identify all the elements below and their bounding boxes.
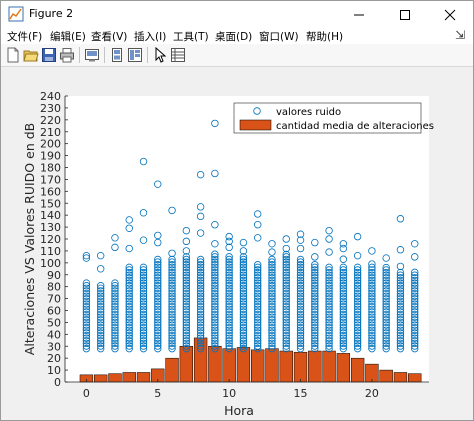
y-tick-label: 10 <box>47 364 61 377</box>
menu-file[interactable]: 文件(F) <box>7 29 42 44</box>
y-tick-label: 80 <box>47 281 61 294</box>
y-tick-label: 140 <box>40 209 61 222</box>
bar-mark <box>136 372 151 383</box>
bar-mark <box>108 373 122 383</box>
minimize-button[interactable] <box>336 1 382 28</box>
matlab-figure-icon <box>8 6 24 22</box>
menu-desktop[interactable]: 桌面(D) <box>215 29 252 44</box>
x-tick-label: 5 <box>154 387 161 400</box>
bar-mark <box>236 347 251 383</box>
minimize-icon <box>354 14 364 15</box>
y-tick-label: 30 <box>47 340 61 353</box>
menu-tools[interactable]: 工具(T) <box>173 29 209 44</box>
edit-plot-arrow-icon[interactable] <box>152 47 168 63</box>
figure-canvas[interactable]: 0 10 20 30 40 50 60 70 80 90 100 110 120 130 140 150 160… <box>1 67 473 420</box>
y-tick-label: 240 <box>40 90 61 103</box>
bar-mark <box>308 350 322 383</box>
bar-mark <box>393 372 408 383</box>
y-tick-label: 60 <box>47 305 61 318</box>
y-tick-label: 160 <box>40 185 61 198</box>
menu-view[interactable]: 查看(V) <box>91 29 127 44</box>
y-tick-label: 110 <box>40 245 61 258</box>
toolbar-separator <box>79 47 80 63</box>
y-tick-label: 220 <box>40 114 61 127</box>
open-file-icon[interactable] <box>23 47 39 63</box>
close-button[interactable] <box>427 1 473 28</box>
menu-help[interactable]: 帮助(H) <box>306 29 343 44</box>
y-tick-label: 190 <box>40 150 61 163</box>
legend: valores ruido cantidad media de alteracio… <box>233 102 434 134</box>
bar-mark <box>265 348 279 383</box>
link-plot-icon[interactable] <box>84 47 100 63</box>
figure-window: Figure 2 文件(F) 编辑(E) 查看(V) 插入(I) 工具(T) 桌… <box>0 0 474 421</box>
bar-mark <box>379 369 393 383</box>
toolbar <box>1 44 473 67</box>
bar-mark <box>293 351 308 383</box>
y-tick-label: 70 <box>47 293 61 306</box>
bar-mark <box>94 374 108 383</box>
y-tick-label: 0 <box>54 376 61 389</box>
maximize-button[interactable] <box>382 1 428 28</box>
show-plot-tools-icon[interactable] <box>127 47 143 63</box>
title-bar[interactable]: Figure 2 <box>1 1 473 28</box>
x-tick-label: 20 <box>365 387 379 400</box>
y-tick-label: 180 <box>40 162 61 175</box>
y-tick-label: 170 <box>40 173 61 186</box>
bar-mark <box>279 350 293 383</box>
y-axis-label: Alteraciones VS Valores RUIDO en dB <box>22 123 37 355</box>
legend-label-scatter: valores ruido <box>276 107 341 118</box>
y-tick-label: 40 <box>47 328 61 341</box>
property-inspector-icon[interactable] <box>170 47 186 63</box>
y-tick-label: 120 <box>40 233 61 246</box>
x-tick-label: 10 <box>222 387 236 400</box>
y-tick-label: 130 <box>40 221 61 234</box>
y-tick-label: 150 <box>40 197 61 210</box>
menu-window[interactable]: 窗口(W) <box>259 29 299 44</box>
y-tick-label: 20 <box>47 352 61 365</box>
chart-svg[interactable]: 0102030405060708090100110120130140150160… <box>1 67 473 420</box>
x-axis-label: Hora <box>224 403 254 418</box>
bar-mark <box>122 372 136 383</box>
legend-bar-swatch <box>239 119 272 131</box>
close-icon <box>444 9 456 20</box>
y-tick-label: 200 <box>40 138 61 151</box>
y-tick-label: 50 <box>47 316 61 329</box>
bar-mark <box>251 349 265 383</box>
bar-mark <box>350 357 365 383</box>
window-title: Figure 2 <box>29 7 74 20</box>
save-icon[interactable] <box>41 47 57 63</box>
menu-insert[interactable]: 插入(I) <box>134 29 166 44</box>
bar-mark <box>336 353 351 383</box>
bar-mark <box>408 373 422 383</box>
new-figure-icon[interactable] <box>5 47 21 63</box>
menu-bar: 文件(F) 编辑(E) 查看(V) 插入(I) 工具(T) 桌面(D) 窗口(W… <box>1 28 473 44</box>
menubar-dock-icon[interactable]: ⇲ <box>455 28 465 42</box>
legend-label-bar: cantidad media de alteraciones <box>276 121 434 132</box>
y-tick-label: 90 <box>47 269 61 282</box>
bar-mark <box>222 348 236 383</box>
toolbar-separator <box>104 47 105 63</box>
y-tick-label: 210 <box>40 126 61 139</box>
y-tick-label: 100 <box>40 257 61 270</box>
x-tick-label: 15 <box>294 387 308 400</box>
print-icon[interactable] <box>59 47 75 63</box>
bar-mark <box>193 337 208 383</box>
toolbar-separator <box>147 47 148 63</box>
hide-plot-tools-icon[interactable] <box>109 47 125 63</box>
x-tick-label: 0 <box>83 387 90 400</box>
bar-mark <box>322 350 336 383</box>
maximize-icon <box>400 9 410 20</box>
bar-mark <box>165 357 179 383</box>
menu-edit[interactable]: 编辑(E) <box>50 29 86 44</box>
y-tick-label: 230 <box>40 102 61 115</box>
